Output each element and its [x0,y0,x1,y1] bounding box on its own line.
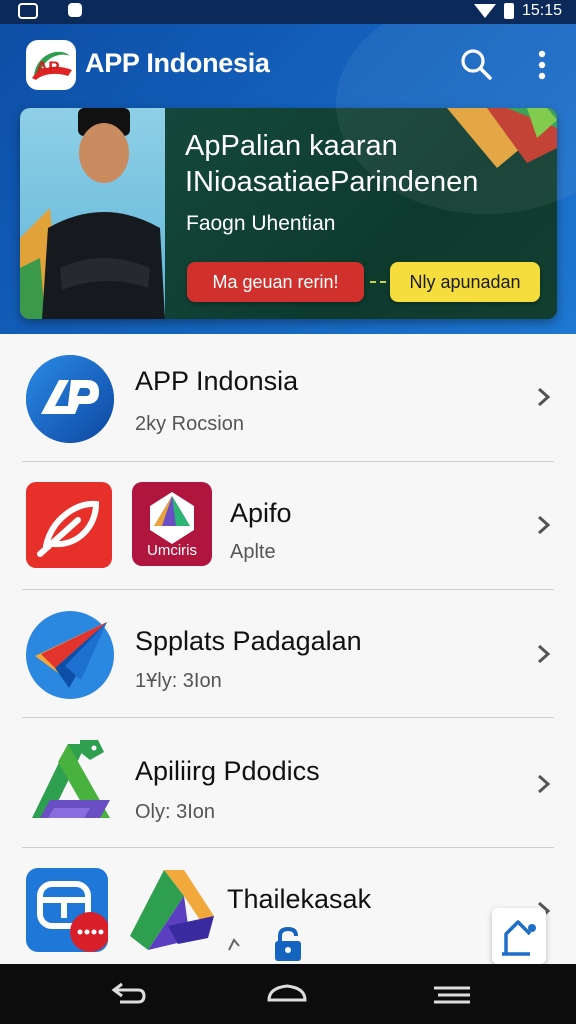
banner-title-line1: ApPalian kaaran [185,130,398,162]
promo-banner[interactable]: ApPalian kaaran INioasatiaeParindenen Fa… [20,108,557,319]
app-title: APP Indonesia [85,48,270,78]
nav-recents-button[interactable] [430,978,474,1010]
app-bar: AP APP Indonesia [0,24,576,104]
app-meta: Oly: 3Ion [135,801,216,823]
recents-icon [434,986,470,1004]
search-icon [461,49,492,80]
umciris-icon: Umciris [132,482,212,566]
nav-back-button[interactable] [104,978,148,1010]
wifi-icon [473,4,496,18]
notification-icon [18,3,38,19]
navigation-bar [0,964,576,1024]
triangle-drive-icon [32,740,110,818]
overflow-menu-button[interactable] [528,48,556,82]
header: AP APP Indonesia ApPalian kaaran INioasa… [0,24,576,334]
banner-decoration [447,108,557,168]
status-bar: 15:15 [0,0,576,24]
battery-icon [503,3,514,19]
banner-person-image [20,108,165,319]
list-item[interactable]: Thailekasak [0,848,576,964]
app-meta: Aplte [230,541,276,563]
app-name: Thailekasak [227,884,372,914]
triangle-prism-icon [130,870,214,950]
status-time: 15:15 [521,2,562,19]
list-item[interactable]: APP Indonsia 2ky Rocsion [0,334,576,462]
chevron-right-icon [538,515,551,535]
storage-icon [68,3,82,17]
banner-primary-button[interactable]: Ma geuan rerin! [187,262,364,302]
chevron-right-icon [538,774,551,794]
logo-text: AP [36,58,60,77]
search-button[interactable] [458,46,494,82]
app-name: Spplats Padagalan [135,626,362,656]
lock-icon [275,926,301,961]
app-meta: 1Ұly: 3Ion [135,670,222,692]
paper-plane-icon [26,611,114,699]
calendar-icon [26,868,110,952]
nav-home-button[interactable] [265,978,309,1010]
upload-icon [502,920,536,956]
banner-subtitle: Faogn Uhentian [186,212,336,235]
floating-action-button[interactable] [492,908,546,964]
app-name: APP Indonsia [135,366,299,396]
small-arrow-icon [228,938,240,951]
banner-secondary-button[interactable]: Nly apunadan [390,262,540,302]
banner-title: ApPalian kaaran INioasatiaeParindenen [185,128,555,200]
app-name: Apifo [230,498,292,528]
app-name: Apiliirg Pdodics [135,756,320,786]
app-meta: 2ky Rocsion [135,413,244,435]
app-logo: AP [26,40,76,90]
chevron-right-icon [538,387,551,407]
umciris-label: Umciris [147,542,197,559]
banner-divider [370,281,386,283]
ap-logo-icon [26,355,114,443]
more-vert-icon [538,50,546,80]
home-icon [267,984,307,1002]
list-item[interactable]: Apiliirg Pdodics Oly: 3Ion [0,718,576,848]
list-item[interactable]: Spplats Padagalan 1Ұly: 3Ion [0,590,576,718]
app-list: APP Indonsia 2ky Rocsion Umciris Apifo A… [0,334,576,964]
chevron-right-icon [538,644,551,664]
back-icon [111,982,146,1004]
list-item[interactable]: Umciris Apifo Aplte [0,462,576,590]
red-leaf-icon [26,482,112,568]
banner-title-line2: INioasatiaeParindenen [185,166,479,198]
